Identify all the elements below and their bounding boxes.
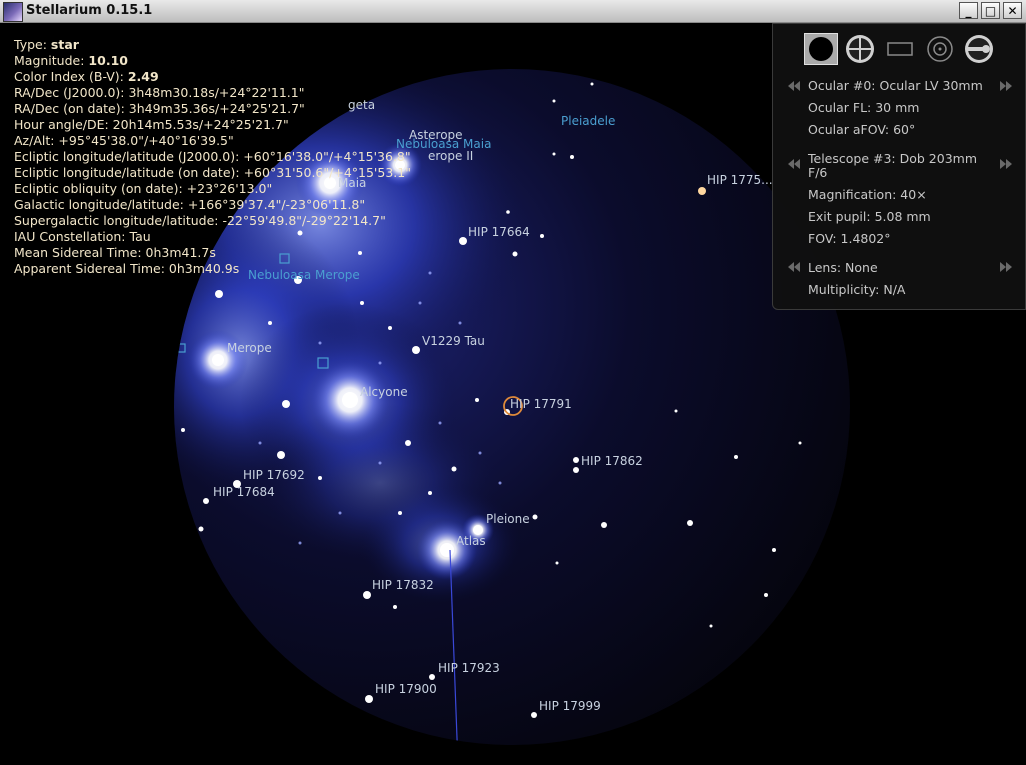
telrad-icon[interactable] bbox=[923, 33, 957, 65]
label-hip17900: HIP 17900 bbox=[375, 682, 437, 696]
minimize-button[interactable]: _ bbox=[959, 2, 978, 19]
label-pleione: Pleione bbox=[486, 512, 530, 526]
label-hip17664: HIP 17664 bbox=[468, 225, 530, 239]
label-asterope-ii: erope II bbox=[428, 149, 473, 163]
info-line: RA/Dec (on date): 3h49m35.36s/+24°25'21.… bbox=[14, 101, 305, 116]
info-line: IAU Constellation: Tau bbox=[14, 229, 151, 244]
label-hip17692: HIP 17692 bbox=[243, 468, 305, 482]
close-button[interactable]: ✕ bbox=[1003, 2, 1022, 19]
window-title: Stellarium 0.15.1 bbox=[26, 3, 153, 18]
label-hip1775: HIP 1775... bbox=[707, 173, 773, 187]
maximize-button[interactable]: □ bbox=[981, 2, 1000, 19]
next-lens-button[interactable] bbox=[999, 261, 1013, 273]
telescope-ratio: F/6 bbox=[808, 165, 828, 180]
crosshair-icon[interactable] bbox=[843, 33, 877, 65]
ocular-afov: Ocular aFOV: 60° bbox=[808, 122, 916, 137]
label-hip17923: HIP 17923 bbox=[438, 661, 500, 675]
ocular-circle-icon[interactable] bbox=[804, 33, 838, 65]
info-line: Apparent Sidereal Time: 0h3m40.9s bbox=[14, 261, 240, 276]
label-hip17832: HIP 17832 bbox=[372, 578, 434, 592]
exit-pupil: Exit pupil: 5.08 mm bbox=[808, 209, 931, 224]
ocular-name: Ocular #0: Ocular LV 30mm bbox=[808, 78, 983, 93]
telescope-name: Telescope #3: Dob 203mm bbox=[808, 151, 978, 166]
label-v1229-tau: V1229 Tau bbox=[422, 334, 485, 348]
multiplicity: Multiplicity: N/A bbox=[808, 282, 906, 297]
lens: Lens: None bbox=[808, 260, 878, 275]
label-hip17791: HIP 17791 bbox=[510, 397, 572, 411]
info-line: Mean Sidereal Time: 0h3m41.7s bbox=[14, 245, 216, 260]
label-alcyone: Alcyone bbox=[360, 385, 408, 399]
label-hip17999: HIP 17999 bbox=[539, 699, 601, 713]
info-color-index: Color Index (B-V): 2.49 bbox=[14, 69, 159, 84]
info-line: Supergalactic longitude/latitude: -22°59… bbox=[14, 213, 386, 228]
info-line: Galactic longitude/latitude: +166°39'37.… bbox=[14, 197, 366, 212]
info-line: Az/Alt: +95°45'38.0"/+40°16'39.5" bbox=[14, 133, 234, 148]
prev-lens-button[interactable] bbox=[787, 261, 801, 273]
info-magnitude: Magnitude: 10.10 bbox=[14, 53, 128, 68]
info-line: Ecliptic longitude/latitude (on date): +… bbox=[14, 165, 411, 180]
label-pleiadele: Pleiadele bbox=[561, 114, 615, 128]
window-titlebar[interactable]: Stellarium 0.15.1 _ □ ✕ bbox=[0, 0, 1026, 23]
label-hip17862: HIP 17862 bbox=[581, 454, 643, 468]
label-merope: Merope bbox=[227, 341, 272, 355]
object-info: Type: star Magnitude: 10.10 Color Index … bbox=[14, 37, 411, 277]
info-line: Ecliptic obliquity (on date): +23°26'13.… bbox=[14, 181, 273, 196]
next-telescope-button[interactable] bbox=[999, 158, 1013, 170]
info-line: Hour angle/DE: 20h14m5.53s/+24°25'21.7" bbox=[14, 117, 289, 132]
oculars-panel: Ocular #0: Ocular LV 30mm Ocular FL: 30 … bbox=[772, 23, 1026, 310]
magnification: Magnification: 40× bbox=[808, 187, 927, 202]
configure-icon[interactable] bbox=[962, 33, 996, 65]
stellarium-app-icon bbox=[3, 2, 23, 22]
ccd-frame-icon[interactable] bbox=[883, 33, 917, 65]
prev-telescope-button[interactable] bbox=[787, 158, 801, 170]
prev-ocular-button[interactable] bbox=[787, 80, 801, 92]
label-atlas: Atlas bbox=[456, 534, 486, 548]
info-line: Ecliptic longitude/latitude (J2000.0): +… bbox=[14, 149, 411, 164]
fov: FOV: 1.4802° bbox=[808, 231, 891, 246]
ocular-fl: Ocular FL: 30 mm bbox=[808, 100, 920, 115]
info-type: Type: star bbox=[14, 37, 79, 52]
next-ocular-button[interactable] bbox=[999, 80, 1013, 92]
label-hip17684: HIP 17684 bbox=[213, 485, 275, 499]
info-line: RA/Dec (J2000.0): 3h48m30.18s/+24°22'11.… bbox=[14, 85, 305, 100]
